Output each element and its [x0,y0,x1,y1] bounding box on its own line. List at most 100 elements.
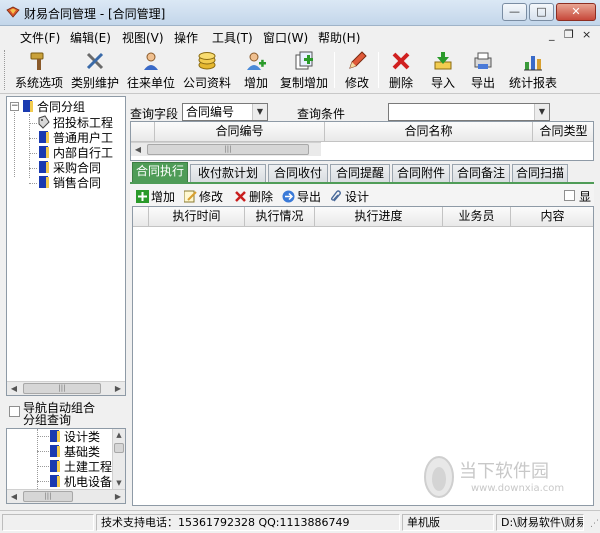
edit-icon [184,190,197,203]
book-icon [50,430,60,442]
row-indicator-header [133,207,149,227]
delete-button[interactable]: 删除 [384,48,418,92]
mdi-restore-button[interactable]: ❐ [564,28,574,41]
tree-item-mechanical[interactable]: 机电设备 [49,473,112,489]
tag-icon [38,115,50,129]
execution-table[interactable]: 执行时间 执行情况 执行进度 业务员 内容 当下软件园 www.downxia.… [132,206,594,506]
tab-execution[interactable]: 合同执行 [132,162,188,182]
resize-grip-icon[interactable]: ⋰ [590,519,599,529]
status-bar: 技术支持电话：15361792328 QQ:1113886749 单机版 D:\… [0,510,600,533]
category-maintenance-button[interactable]: 类别维护 [68,48,122,92]
book-icon [50,460,60,472]
exec-add-button[interactable]: 增加 [136,188,175,205]
menu-window[interactable]: 窗口(W) [263,29,308,46]
watermark-name: 当下软件园 [459,461,549,482]
chevron-down-icon[interactable]: ▼ [534,104,549,120]
status-empty-cell [2,514,94,531]
exec-design-button[interactable]: 设计 [330,188,369,205]
query-condition-label: 查询条件 [297,107,346,121]
column-header-contract-name[interactable]: 合同名称 [325,122,533,142]
column-header-salesperson[interactable]: 业务员 [443,207,511,227]
query-condition-select[interactable]: ▼ [388,103,550,121]
menu-file[interactable]: 文件(F) [20,29,60,46]
chevron-down-icon[interactable]: ▼ [252,104,267,120]
edit-button[interactable]: 修改 [340,48,374,92]
contract-table[interactable]: 合同编号 合同名称 合同类型 ◀ ||| [130,121,594,161]
tree-horizontal-scrollbar[interactable]: ◀ ||| ▶ [7,381,125,395]
group-query-label: 分组查询 [23,413,72,427]
window-title: 财易合同管理 - [合同管理] [24,7,166,21]
scroll-up-arrow-icon[interactable]: ▲ [113,429,125,441]
category-tree-vertical-scrollbar[interactable]: ▲ ▼ [112,429,125,489]
scroll-thumb[interactable]: ||| [23,383,101,394]
add-person-icon [247,52,266,70]
menu-operation[interactable]: 操作 [174,29,198,46]
tab-receipts-payments[interactable]: 合同收付 [268,164,328,182]
import-icon [434,52,452,70]
scroll-left-arrow-icon[interactable]: ◀ [7,382,21,395]
export-button[interactable]: 导出 [466,48,500,92]
import-button[interactable]: 导入 [426,48,460,92]
copy-add-button[interactable]: 复制增加 [278,48,330,92]
tab-attachments[interactable]: 合同附件 [392,164,450,182]
export-printer-icon [474,52,492,69]
column-header-exec-time[interactable]: 执行时间 [149,207,245,227]
contract-table-horizontal-scrollbar[interactable]: ◀ ||| [131,142,321,156]
tree-item-sales[interactable]: 销售合同 [38,174,101,190]
export-globe-icon [282,190,295,203]
category-tree-horizontal-scrollbar[interactable]: ◀ ||| ▶ [7,489,125,503]
scroll-thumb[interactable]: ||| [23,491,73,502]
nav-auto-group-checkbox[interactable] [9,406,20,417]
contract-group-tree[interactable]: − 合同分组 招投标工程 普通用户工 内部自行工 采购合同 销售合同 ◀ |||… [6,96,126,396]
show-checkbox[interactable] [564,190,575,201]
maximize-button[interactable]: □ [529,3,554,21]
mdi-close-button[interactable]: × [582,28,591,41]
contacts-button[interactable]: 往来单位 [124,48,178,92]
tree-item-root[interactable]: 合同分组 [22,98,85,114]
scroll-down-arrow-icon[interactable]: ▼ [113,477,125,489]
column-header-content[interactable]: 内容 [511,207,593,227]
exec-delete-button[interactable]: 删除 [234,188,273,205]
toolbar-separator [378,52,379,88]
query-field-select[interactable]: 合同编号 ▼ [182,103,268,121]
menu-view[interactable]: 视图(V) [122,29,164,46]
scroll-left-arrow-icon[interactable]: ◀ [131,143,145,156]
show-checkbox-label: 显 [579,190,592,204]
tab-scans[interactable]: 合同扫描 [512,164,568,182]
column-header-contract-no[interactable]: 合同编号 [155,122,325,142]
scroll-right-arrow-icon[interactable]: ▶ [111,382,125,395]
system-options-button[interactable]: 系统选项 [12,48,66,92]
minimize-button[interactable]: — [502,3,527,21]
add-button[interactable]: 增加 [236,48,276,92]
watermark-logo-icon [424,456,454,498]
menu-help[interactable]: 帮助(H) [318,29,360,46]
watermark-url: www.downxia.com [471,483,565,494]
column-header-exec-progress[interactable]: 执行进度 [315,207,443,227]
scroll-left-arrow-icon[interactable]: ◀ [7,490,21,503]
book-icon [50,475,60,487]
delete-x-icon [392,52,410,70]
scroll-thumb[interactable]: ||| [147,144,309,155]
delete-x-icon [235,191,246,202]
mdi-minimize-button[interactable]: _ [549,28,555,41]
nav-auto-group-option[interactable]: 导航自动组合 分组查询 [6,402,126,428]
tab-reminders[interactable]: 合同提醒 [330,164,390,182]
scroll-thumb[interactable] [114,443,124,453]
tab-notes[interactable]: 合同备注 [452,164,510,182]
category-tree[interactable]: 设计类 基础类 土建工程 机电设备 ▲ ▼ ◀ ||| ▶ [6,428,126,504]
book-icon [39,131,49,143]
tab-payment-plan[interactable]: 收付款计划 [190,164,266,182]
column-header-exec-status[interactable]: 执行情况 [245,207,315,227]
exec-export-button[interactable]: 导出 [282,188,321,205]
close-button[interactable]: ✕ [556,3,596,21]
company-info-button[interactable]: 公司资料 [180,48,234,92]
menu-tools[interactable]: 工具(T) [212,29,253,46]
detail-tabs: 合同执行 收付款计划 合同收付 合同提醒 合同附件 合同备注 合同扫描 [130,162,594,182]
statistics-report-button[interactable]: 统计报表 [506,48,560,92]
exec-edit-button[interactable]: 修改 [184,188,223,205]
menu-edit[interactable]: 编辑(E) [70,29,111,46]
tree-collapse-toggle[interactable]: − [10,102,19,111]
column-header-contract-type[interactable]: 合同类型 [533,122,593,142]
scroll-right-arrow-icon[interactable]: ▶ [111,490,125,503]
paperclip-icon [331,190,341,202]
